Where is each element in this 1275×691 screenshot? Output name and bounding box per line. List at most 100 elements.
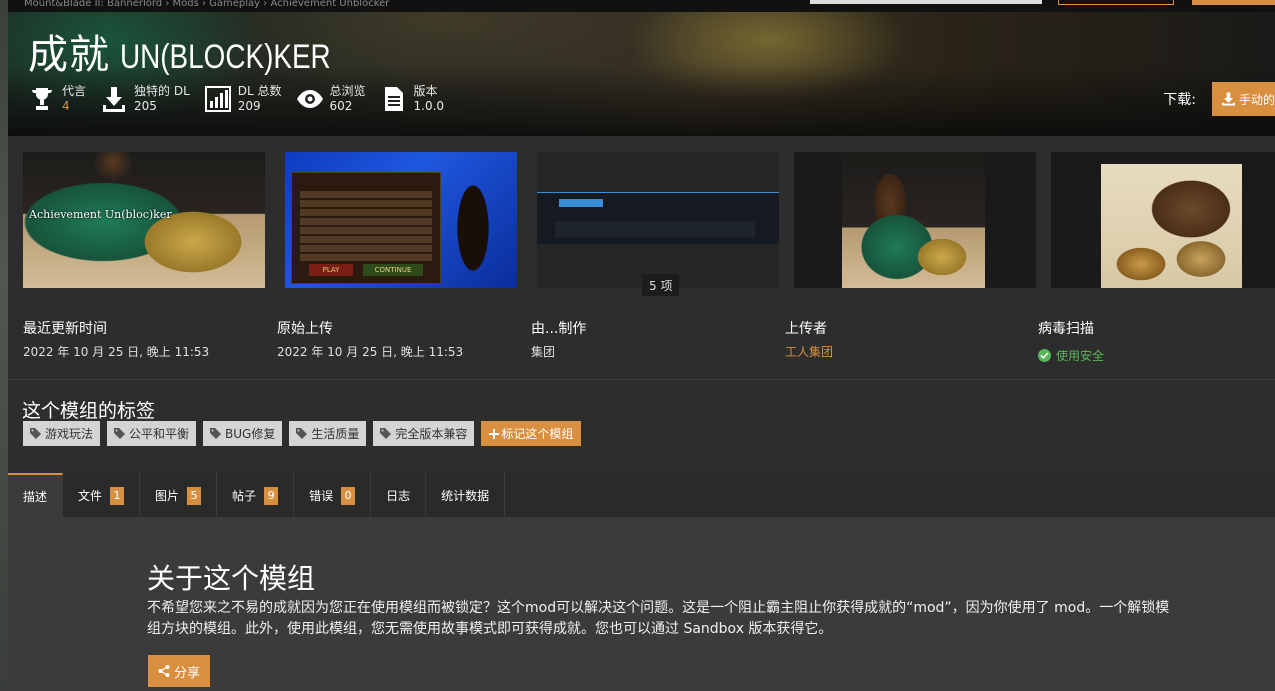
meta-heading: 病毒扫描	[1038, 321, 1094, 337]
tab-count-badge: 0	[341, 486, 356, 505]
search-input[interactable]	[810, 0, 1042, 4]
tag-label: 公平和平衡	[129, 427, 190, 441]
tab-logs[interactable]: 日志	[371, 473, 427, 518]
meta-value: 集团	[531, 345, 556, 359]
mod-header: Mount&Blade II: Bannerlord › Mods › Game…	[8, 0, 1275, 136]
meta-heading: 由...制作	[531, 321, 587, 337]
stat-total-views: 总浏览 602	[296, 84, 366, 114]
tab-label: 文件	[78, 489, 103, 503]
tab-posts[interactable]: 帖子 9	[217, 473, 295, 518]
tab-stats[interactable]: 统计数据	[426, 473, 506, 518]
gallery-thumbnail[interactable]: Achievement Un(bloc)ker	[23, 152, 265, 288]
plus-icon	[489, 428, 500, 439]
tab-label: 日志	[386, 489, 411, 503]
share-button[interactable]: 分享	[148, 655, 210, 687]
tag-icon	[296, 428, 308, 439]
gallery-thumbnail[interactable]: PLAY CONTINUE	[285, 152, 517, 288]
tag-icon	[114, 428, 126, 439]
manual-download-button[interactable]: 手动的	[1212, 82, 1275, 116]
gallery-thumbnail[interactable]	[537, 152, 779, 288]
login-button[interactable]	[1058, 0, 1174, 5]
gallery-thumbnail[interactable]	[1051, 152, 1275, 288]
check-circle-icon	[1038, 349, 1051, 362]
virus-scan-status[interactable]: 使用安全	[1038, 347, 1104, 364]
document-icon	[384, 87, 403, 111]
trophy-icon	[31, 88, 53, 110]
tag-icon	[210, 428, 222, 439]
title-english: UN(BLOCK)KER	[120, 38, 331, 76]
tab-label: 错误	[309, 489, 334, 503]
mod-metadata: 最近更新时间 2022 年 10 月 25 日, 晚上 11:53 原始上传 2…	[8, 306, 1275, 380]
meta-heading: 上传者	[785, 321, 827, 337]
tag-list: 游戏玩法 公平和平衡 BUG修复 生活质量 完全版本兼容 标记这个模组	[23, 421, 582, 446]
download-button-label: 手动的	[1238, 92, 1275, 107]
outer-background	[0, 0, 8, 691]
stat-value: 4	[62, 99, 70, 113]
download-icon	[1222, 92, 1235, 106]
download-label: 下载:	[1163, 92, 1196, 108]
virus-scan: 病毒扫描 使用安全	[1038, 318, 1104, 364]
tag-item[interactable]: BUG修复	[203, 421, 283, 446]
tag-label: 完全版本兼容	[395, 427, 468, 441]
tags-section: 这个模组的标签 游戏玩法 公平和平衡 BUG修复 生活质量 完全版本兼容 标记这…	[8, 380, 1275, 473]
stat-value: 205	[134, 99, 157, 113]
stat-version: 版本 1.0.0	[380, 84, 445, 114]
meta-heading: 原始上传	[277, 321, 333, 337]
stats-bar: 代言 4 独特的 DL 205 DL 总数 209 总浏览 602 版本 1.0…	[28, 84, 444, 114]
tab-description[interactable]: 描述	[8, 473, 64, 518]
mod-tabs: 描述 文件 1 图片 5 帖子 9 错误 0 日志 统计数据	[8, 473, 1275, 518]
original-upload: 原始上传 2022 年 10 月 25 日, 晚上 11:53	[277, 318, 463, 360]
last-updated: 最近更新时间 2022 年 10 月 25 日, 晚上 11:53	[23, 318, 209, 360]
tab-label: 帖子	[232, 489, 257, 503]
stat-label: 独特的 DL	[134, 84, 190, 98]
tag-this-mod-button[interactable]: 标记这个模组	[481, 421, 582, 446]
tag-item[interactable]: 游戏玩法	[23, 421, 101, 446]
description-panel: 关于这个模组 不希望您来之不易的成就因为您正在使用模组而被锁定？这个mod可以解…	[8, 518, 1275, 691]
tag-icon	[30, 428, 41, 439]
tab-label: 图片	[155, 489, 180, 503]
top-nav-bar: Mount&Blade II: Bannerlord › Mods › Game…	[8, 0, 1275, 12]
breadcrumb[interactable]: Mount&Blade II: Bannerlord › Mods › Game…	[24, 0, 389, 9]
thumbnail-caption: Achievement Un(bloc)ker	[29, 208, 172, 221]
tab-bugs[interactable]: 错误 0	[294, 473, 372, 518]
stat-value: 209	[237, 99, 261, 113]
meta-value: 2022 年 10 月 25 日, 晚上 11:53	[277, 345, 464, 359]
rusty-padlock-image	[1101, 164, 1242, 288]
tag-label: 游戏玩法	[45, 427, 94, 441]
gallery-thumbnail[interactable]	[794, 152, 1036, 288]
share-icon	[158, 665, 170, 677]
download-area: 下载: 手动的	[1163, 82, 1275, 116]
tag-add-label: 标记这个模组	[501, 427, 574, 441]
tab-images[interactable]: 图片 5	[140, 473, 218, 518]
page-title: 成就 UN(BLOCK)KER	[28, 22, 377, 80]
tag-item[interactable]: 完全版本兼容	[373, 421, 475, 446]
tab-count-badge: 1	[110, 486, 125, 505]
meta-value: 2022 年 10 月 25 日, 晚上 11:53	[23, 345, 210, 359]
download-icon	[103, 87, 126, 112]
description-title: 关于这个模组	[147, 562, 316, 595]
register-button[interactable]	[1192, 0, 1275, 5]
stat-unique-downloads: 独特的 DL 205	[100, 84, 190, 114]
tag-icon	[380, 428, 392, 439]
gallery-count-badge[interactable]: 5 项	[642, 274, 680, 296]
virus-scan-value: 使用安全	[1056, 349, 1105, 363]
game-continue-label: CONTINUE	[363, 264, 423, 276]
stat-value: 1.0.0	[413, 99, 445, 113]
stat-label: 版本	[413, 84, 438, 98]
tab-label: 统计数据	[441, 489, 490, 503]
created-by: 由...制作 集团	[531, 318, 586, 360]
title-chinese: 成就	[28, 32, 110, 78]
tab-label: 描述	[23, 490, 48, 504]
stat-value: 602	[329, 99, 353, 113]
uploaded-by: 上传者 工人集团	[785, 318, 833, 360]
uploader-link[interactable]: 工人集团	[785, 343, 833, 360]
tag-item[interactable]: 生活质量	[289, 421, 367, 446]
tag-label: 生活质量	[311, 427, 360, 441]
stat-total-downloads: DL 总数 209	[204, 84, 282, 114]
stat-label: DL 总数	[237, 84, 282, 98]
stat-label: 总浏览	[329, 84, 366, 98]
tab-files[interactable]: 文件 1	[63, 473, 141, 518]
share-label: 分享	[173, 665, 200, 681]
tag-item[interactable]: 公平和平衡	[107, 421, 197, 446]
meta-heading: 最近更新时间	[23, 321, 107, 337]
